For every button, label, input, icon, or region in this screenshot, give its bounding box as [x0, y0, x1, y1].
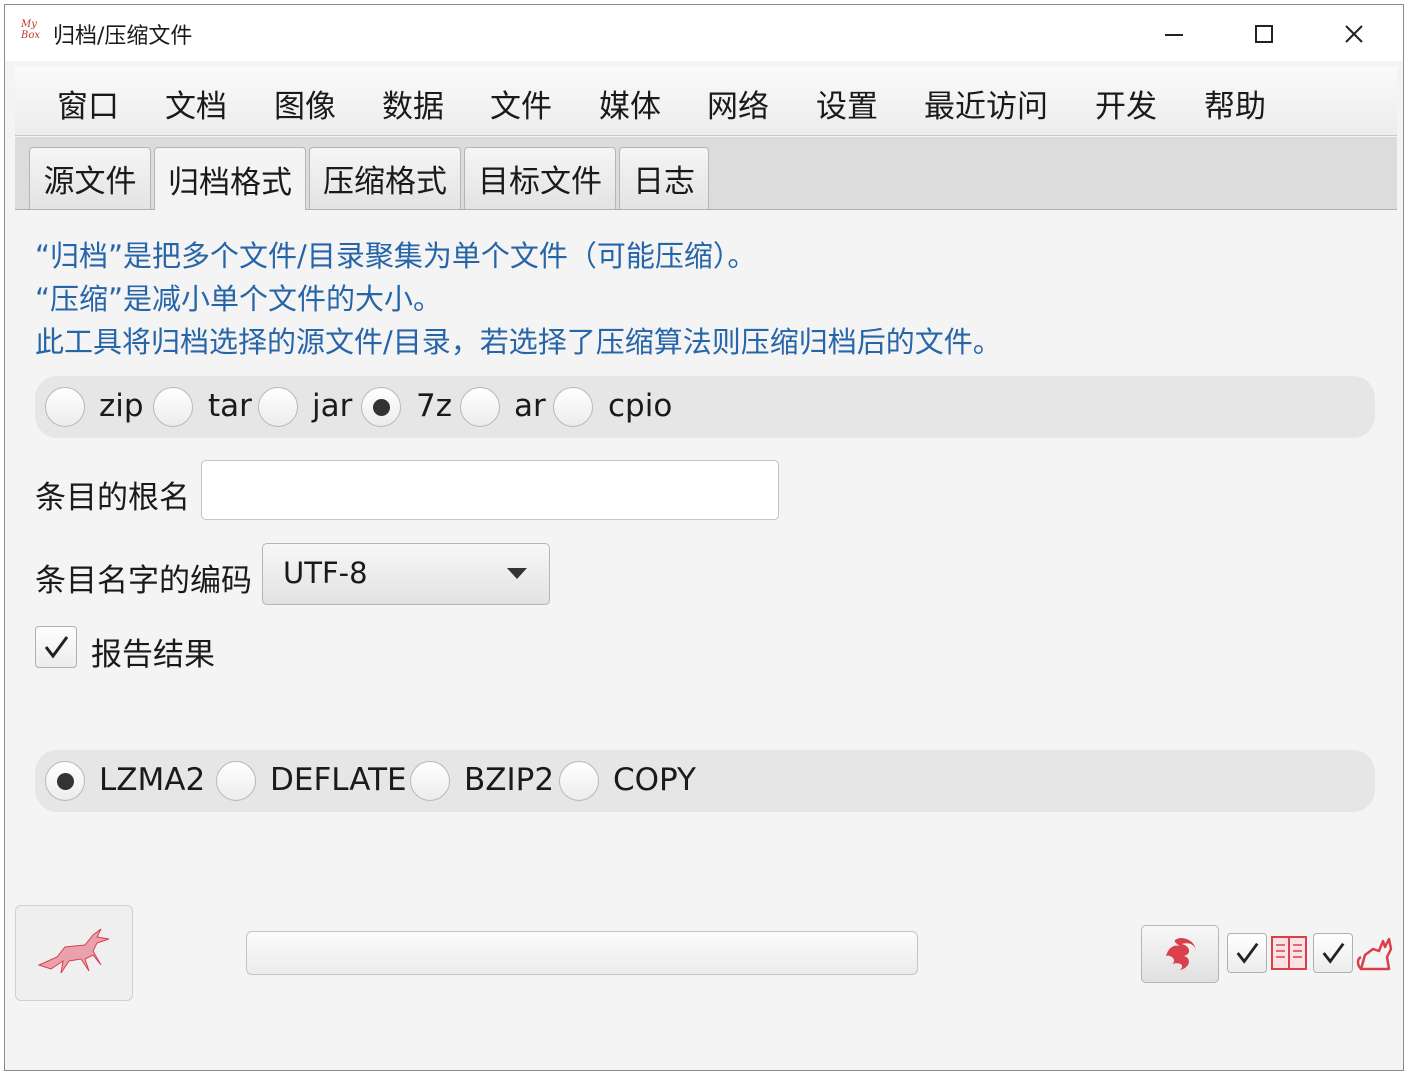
menu-settings[interactable]: 设置: [816, 81, 878, 126]
tab-archive-format[interactable]: 归档格式: [154, 147, 306, 210]
radio-ar[interactable]: [460, 387, 500, 427]
radio-label-ar[interactable]: ar: [514, 388, 546, 424]
app-logo: My Box: [21, 19, 47, 47]
tab-source-files[interactable]: 源文件: [29, 147, 151, 209]
checkmark-icon: [1236, 942, 1259, 964]
entry-root-label: 条目的根名: [35, 480, 190, 516]
close-icon: [1345, 25, 1363, 43]
chevron-down-icon: [507, 568, 527, 579]
checkmark-icon: [1322, 942, 1345, 964]
info-line-3: 此工具将归档选择的源文件/目录，若选择了压缩算法则压缩归档后的文件。: [35, 325, 1002, 359]
tab-log[interactable]: 日志: [619, 147, 709, 209]
archive-format-group: zip tar jar 7z ar cpio: [35, 376, 1375, 438]
entry-encoding-select[interactable]: UTF-8: [262, 543, 550, 605]
radio-bzip2[interactable]: [410, 761, 450, 801]
menu-recent[interactable]: 最近访问: [924, 81, 1048, 126]
tab-compression-format[interactable]: 压缩格式: [309, 147, 461, 209]
menu-bar: 窗口 文档 图像 数据 文件 媒体 网络 设置 最近访问 开发 帮助: [15, 67, 1397, 136]
window-title: 归档/压缩文件: [53, 24, 193, 49]
radio-7z[interactable]: [361, 387, 401, 427]
menu-develop[interactable]: 开发: [1095, 81, 1157, 126]
radio-deflate[interactable]: [216, 761, 256, 801]
menu-document[interactable]: 文档: [165, 81, 227, 126]
report-label[interactable]: 报告结果: [91, 629, 215, 674]
menu-file[interactable]: 文件: [490, 81, 552, 126]
radio-label-lzma2[interactable]: LZMA2: [99, 762, 205, 798]
pattern-button[interactable]: [1141, 925, 1219, 983]
info-line-1: “归档”是把多个文件/目录聚集为单个文件（可能压缩）。: [35, 239, 757, 273]
title-bar: My Box 归档/压缩文件: [5, 5, 1403, 61]
minimize-icon: [1165, 34, 1183, 36]
close-button[interactable]: [1311, 9, 1397, 59]
radio-zip[interactable]: [45, 387, 85, 427]
radio-tar[interactable]: [153, 387, 193, 427]
maximize-button[interactable]: [1221, 9, 1307, 59]
radio-label-jar[interactable]: jar: [312, 388, 352, 424]
radio-cpio[interactable]: [553, 387, 593, 427]
cat-toggle-checkbox[interactable]: [1313, 933, 1353, 973]
run-button[interactable]: [15, 905, 133, 1001]
report-checkbox[interactable]: [35, 626, 77, 668]
radio-label-copy[interactable]: COPY: [613, 762, 696, 798]
radio-label-deflate[interactable]: DEFLATE: [270, 762, 407, 798]
entry-root-input[interactable]: [201, 460, 779, 520]
radio-label-tar[interactable]: tar: [208, 388, 252, 424]
tab-bar: 源文件 归档格式 压缩格式 目标文件 日志: [15, 137, 1397, 210]
menu-media[interactable]: 媒体: [599, 81, 661, 126]
checkmark-icon: [44, 636, 69, 659]
info-line-2: “压缩”是减小单个文件的大小。: [35, 282, 443, 316]
radio-label-cpio[interactable]: cpio: [608, 388, 672, 424]
maximize-icon: [1255, 25, 1273, 43]
radio-label-7z[interactable]: 7z: [416, 388, 452, 424]
radio-lzma2[interactable]: [45, 761, 85, 801]
compression-method-group: LZMA2 DEFLATE BZIP2 COPY: [35, 750, 1375, 812]
app-logo-top: My: [21, 19, 37, 30]
radio-label-bzip2[interactable]: BZIP2: [464, 762, 554, 798]
menu-window[interactable]: 窗口: [57, 81, 119, 126]
app-logo-bottom: Box: [21, 30, 41, 41]
book-icon[interactable]: [1269, 931, 1309, 975]
radio-copy[interactable]: [559, 761, 599, 801]
app-window: My Box 归档/压缩文件 窗口 文档 图像 数据 文件 媒体 网络 设置 最…: [4, 4, 1404, 1071]
book-toggle-checkbox[interactable]: [1227, 933, 1267, 973]
minimize-button[interactable]: [1131, 9, 1217, 59]
entry-encoding-label: 条目名字的编码: [35, 563, 252, 599]
pattern-icon: [1166, 938, 1196, 970]
running-deer-icon: [37, 928, 110, 974]
menu-help[interactable]: 帮助: [1204, 81, 1266, 126]
menu-image[interactable]: 图像: [274, 81, 336, 126]
cat-icon[interactable]: [1355, 931, 1395, 975]
entry-encoding-value: UTF-8: [283, 556, 368, 590]
menu-data[interactable]: 数据: [382, 81, 444, 126]
radio-label-zip[interactable]: zip: [99, 388, 144, 424]
menu-network[interactable]: 网络: [707, 81, 769, 126]
progress-bar: [246, 931, 918, 975]
tab-target-file[interactable]: 目标文件: [464, 147, 616, 209]
radio-jar[interactable]: [258, 387, 298, 427]
